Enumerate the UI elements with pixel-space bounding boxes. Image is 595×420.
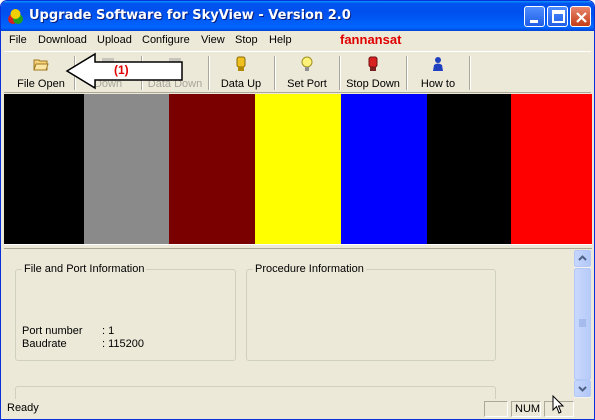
procedure-info-title: Procedure Information xyxy=(253,263,366,275)
folder-open-icon xyxy=(33,59,49,71)
file-port-info-group: File and Port Information Port number : … xyxy=(15,263,236,361)
status-text: Ready xyxy=(7,402,39,414)
port-number-key: Port number xyxy=(22,325,83,337)
title-bar[interactable]: Upgrade Software for SkyView - Version 2… xyxy=(1,1,594,31)
grip-icon xyxy=(579,319,586,327)
menu-help[interactable]: Help xyxy=(269,34,292,46)
chevron-down-icon xyxy=(578,386,587,392)
toolbar-separator xyxy=(469,56,471,90)
brand-label: fannansat xyxy=(340,32,402,47)
toolbar-separator xyxy=(406,56,408,90)
menu-configure[interactable]: Configure xyxy=(142,34,190,46)
data-up-button[interactable]: Data Up xyxy=(211,53,271,93)
color-bar xyxy=(84,94,169,244)
maximize-icon xyxy=(552,10,565,23)
file-open-label: File Open xyxy=(17,78,65,90)
minimize-icon xyxy=(530,20,538,23)
color-bar xyxy=(341,94,427,244)
data-up-icon xyxy=(236,56,246,71)
data-up-label: Data Up xyxy=(220,78,262,90)
menu-upload[interactable]: Upload xyxy=(97,34,132,46)
stop-icon xyxy=(368,56,378,71)
scroll-thumb[interactable] xyxy=(574,268,591,380)
set-port-button[interactable]: Set Port xyxy=(277,53,337,93)
baudrate-value: : 115200 xyxy=(102,338,145,350)
chevron-up-icon xyxy=(578,255,587,261)
color-bar xyxy=(4,94,84,244)
status-num-indicator: NUM xyxy=(511,401,541,417)
color-bar xyxy=(427,94,511,244)
scroll-up-button[interactable] xyxy=(574,250,591,267)
menu-stop[interactable]: Stop xyxy=(235,34,258,46)
pane-splitter[interactable] xyxy=(4,244,592,249)
window-title: Upgrade Software for SkyView - Version 2… xyxy=(29,8,351,23)
port-number-value: : 1 xyxy=(102,325,115,337)
annotation-arrow-icon xyxy=(65,52,183,90)
mouse-cursor-icon xyxy=(552,395,565,414)
close-icon xyxy=(576,12,587,23)
file-port-info-title: File and Port Information xyxy=(22,263,147,275)
color-bar xyxy=(169,94,255,244)
vertical-scrollbar[interactable] xyxy=(574,250,591,398)
menu-download[interactable]: Download xyxy=(38,34,87,46)
close-button[interactable] xyxy=(570,6,591,27)
help-person-icon xyxy=(433,57,443,71)
toolbar-separator xyxy=(339,56,341,90)
lightbulb-icon xyxy=(301,56,313,71)
scroll-down-button[interactable] xyxy=(574,380,591,397)
app-window: Upgrade Software for SkyView - Version 2… xyxy=(0,0,595,420)
how-to-button[interactable]: How to xyxy=(409,53,467,93)
stop-down-label: Stop Down xyxy=(346,78,400,90)
status-bar: Ready NUM xyxy=(4,399,591,418)
toolbar-separator xyxy=(274,56,276,90)
app-icon xyxy=(8,9,23,24)
color-bar-display xyxy=(4,94,592,244)
info-panel: File and Port Information Port number : … xyxy=(6,250,576,406)
menu-bar: File Download Upload Configure View Stop… xyxy=(4,31,591,50)
menu-view[interactable]: View xyxy=(201,34,225,46)
status-pane-caps xyxy=(484,401,508,417)
toolbar-separator xyxy=(208,56,210,90)
minimize-button[interactable] xyxy=(524,6,545,27)
maximize-button[interactable] xyxy=(547,6,568,27)
baudrate-key: Baudrate xyxy=(22,338,67,350)
procedure-info-group: Procedure Information xyxy=(246,263,496,361)
color-bar xyxy=(511,94,592,244)
set-port-label: Set Port xyxy=(287,78,327,90)
stop-down-button[interactable]: Stop Down xyxy=(342,53,404,93)
color-bar xyxy=(255,94,341,244)
annotation-label: (1) xyxy=(114,63,129,77)
file-open-button[interactable]: File Open xyxy=(10,53,72,93)
how-to-label: How to xyxy=(420,78,456,90)
menu-file[interactable]: File xyxy=(9,34,27,46)
